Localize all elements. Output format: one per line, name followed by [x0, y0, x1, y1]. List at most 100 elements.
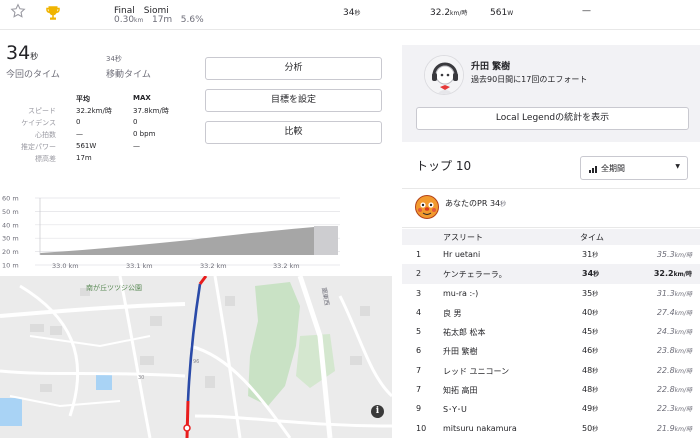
- elevation-chart[interactable]: 60 m 50 m 40 m 30 m 20 m 10 m 33.0 km 33…: [0, 190, 345, 272]
- athlete-name-cell[interactable]: 良 男: [443, 308, 462, 319]
- rank-cell: 6: [416, 346, 422, 356]
- speed-unit: km/時: [674, 290, 692, 298]
- athlete-name-cell[interactable]: ケンチェラーラ。: [443, 269, 507, 280]
- stats-header-max: MAX: [133, 94, 151, 102]
- athlete-name-cell[interactable]: mitsuru nakamura: [443, 424, 517, 433]
- rank-cell: 5: [416, 327, 422, 337]
- period-select-value: 全期間: [601, 164, 625, 173]
- speed-value: 22.8: [656, 365, 675, 375]
- route-end-marker: [183, 424, 191, 432]
- x-tick-label: 33.2 km: [273, 262, 300, 270]
- y-tick-label: 10 m: [2, 262, 19, 270]
- speed-unit: km/時: [674, 309, 692, 317]
- y-tick-label: 60 m: [2, 195, 19, 203]
- stats-max: 0 bpm: [133, 130, 156, 138]
- athlete-name-cell[interactable]: mu-ra :-): [443, 289, 478, 298]
- segment-time-value: 34: [343, 8, 355, 18]
- period-select[interactable]: 全期間 ▼: [580, 156, 688, 180]
- stats-label: 推定パワー: [21, 143, 56, 151]
- segment-distance: 0.30: [114, 15, 135, 25]
- time-value: 49: [582, 404, 593, 414]
- stats-header: 平均 MAX: [8, 94, 194, 106]
- segment-speed-unit: km/時: [450, 10, 468, 17]
- leaderboard-title: トップ 10: [416, 159, 472, 173]
- table-row[interactable]: 10 mitsuru nakamura 50秒 21.9km/時: [402, 419, 700, 438]
- time-value: 50: [582, 423, 593, 433]
- time-value: 34: [582, 269, 594, 279]
- speed-cell: 31.3km/時: [657, 289, 692, 298]
- athlete-name-cell[interactable]: 升田 繁樹: [443, 346, 478, 357]
- table-row[interactable]: 5 祐太郎 松本 45秒 24.3km/時: [402, 322, 700, 341]
- route-map[interactable]: 南が丘ツツジ公園 園東西 96 30 i: [0, 276, 392, 438]
- time-unit: 秒: [593, 271, 600, 279]
- speed-cell: 22.3km/時: [657, 404, 692, 413]
- speed-cell: 32.2km/時: [654, 269, 692, 278]
- athlete-name-cell[interactable]: 祐太郎 松本: [443, 327, 486, 338]
- segment-grade: 5.6%: [180, 15, 204, 25]
- stats-avg: 561W: [76, 142, 97, 150]
- speed-unit: km/時: [674, 367, 692, 375]
- speed-value: 31.3: [656, 288, 675, 298]
- athlete-name-cell[interactable]: Hr uetani: [443, 250, 480, 259]
- pr-text: あなたのPR 34秒: [445, 198, 506, 209]
- leaderboard-header: アスリート タイム: [402, 229, 700, 245]
- table-row[interactable]: 7 レッド ユニコーン 48秒 22.8km/時: [402, 361, 700, 380]
- rank-cell: 3: [416, 288, 422, 298]
- rank-cell: 2: [416, 269, 422, 279]
- avatar-image: [425, 56, 463, 94]
- time-unit: 秒: [592, 387, 599, 395]
- stats-row: 推定パワー 561W —: [8, 142, 194, 154]
- stats-max: 37.8km/時: [133, 107, 169, 115]
- speed-cell: 22.8km/時: [657, 366, 692, 375]
- pr-badge-icon: [415, 195, 439, 219]
- star-icon[interactable]: [10, 3, 26, 19]
- segment-power: 561W: [490, 8, 513, 18]
- table-row[interactable]: 9 S･Y･U 49秒 22.3km/時: [402, 399, 700, 418]
- table-row[interactable]: 1 Hr uetani 31秒 35.3km/時: [402, 245, 700, 264]
- map-canvas[interactable]: 南が丘ツツジ公園 園東西 96 30: [0, 276, 392, 438]
- stats-avg: 32.2km/時: [76, 107, 112, 115]
- time-unit: 秒: [592, 252, 599, 259]
- speed-value: 27.4: [656, 307, 675, 317]
- local-legend-button[interactable]: Local Legendの統計を表示: [416, 107, 689, 130]
- athlete-name-cell[interactable]: レッド ユニコーン: [443, 366, 509, 377]
- time-cell: 46秒: [582, 346, 598, 355]
- effort-count: 過去90日間に17回のエフォート: [471, 75, 588, 84]
- segment-details: 0.30km 17m 5.6%: [114, 15, 204, 25]
- time-unit: 秒: [592, 329, 599, 337]
- athlete-name[interactable]: 升田 繁樹: [471, 59, 510, 72]
- compare-button[interactable]: 比較: [205, 121, 382, 144]
- avatar[interactable]: [424, 55, 464, 95]
- speed-value: 24.3: [656, 327, 675, 337]
- segment-time: 34秒: [343, 8, 360, 18]
- stats-row: 心拍数 — 0 bpm: [8, 130, 194, 142]
- athlete-name-cell[interactable]: 知拓 高田: [443, 385, 478, 396]
- table-row[interactable]: 3 mu-ra :-) 35秒 31.3km/時: [402, 284, 700, 303]
- speed-cell: 35.3km/時: [657, 250, 692, 259]
- time-unit: 秒: [592, 367, 599, 375]
- table-row[interactable]: 4 良 男 40秒 27.4km/時: [402, 303, 700, 322]
- rank-cell: 4: [416, 307, 422, 317]
- map-small-label: 30: [138, 375, 144, 381]
- elapsed-time: 34秒: [6, 42, 38, 64]
- pr-unit: 秒: [500, 201, 507, 208]
- set-goal-button[interactable]: 目標を設定: [205, 89, 382, 112]
- time-value: 31: [582, 250, 593, 259]
- table-row[interactable]: 7 知拓 高田 48秒 22.8km/時: [402, 380, 700, 399]
- athlete-name-cell[interactable]: S･Y･U: [443, 404, 467, 415]
- stats-avg: —: [76, 130, 83, 138]
- map-info-icon[interactable]: i: [371, 405, 384, 418]
- time-value: 45: [582, 327, 593, 337]
- analysis-button[interactable]: 分析: [205, 57, 382, 80]
- rank-cell: 9: [416, 404, 422, 414]
- elapsed-time-value: 34: [6, 42, 31, 64]
- speed-value: 22.3: [656, 404, 675, 414]
- y-tick-label: 20 m: [2, 248, 19, 256]
- elevation-segment-tail: [314, 226, 338, 255]
- table-row[interactable]: 2 ケンチェラーラ。 34秒 32.2km/時: [402, 264, 700, 284]
- stats-avg: 0: [76, 118, 81, 126]
- table-row[interactable]: 6 升田 繁樹 46秒 23.8km/時: [402, 341, 700, 360]
- x-tick-label: 33.2 km: [200, 262, 227, 270]
- speed-cell: 24.3km/時: [657, 327, 692, 336]
- segment-row[interactable]: Final Siomi 0.30km 17m 5.6% 34秒 32.2km/時…: [0, 0, 700, 30]
